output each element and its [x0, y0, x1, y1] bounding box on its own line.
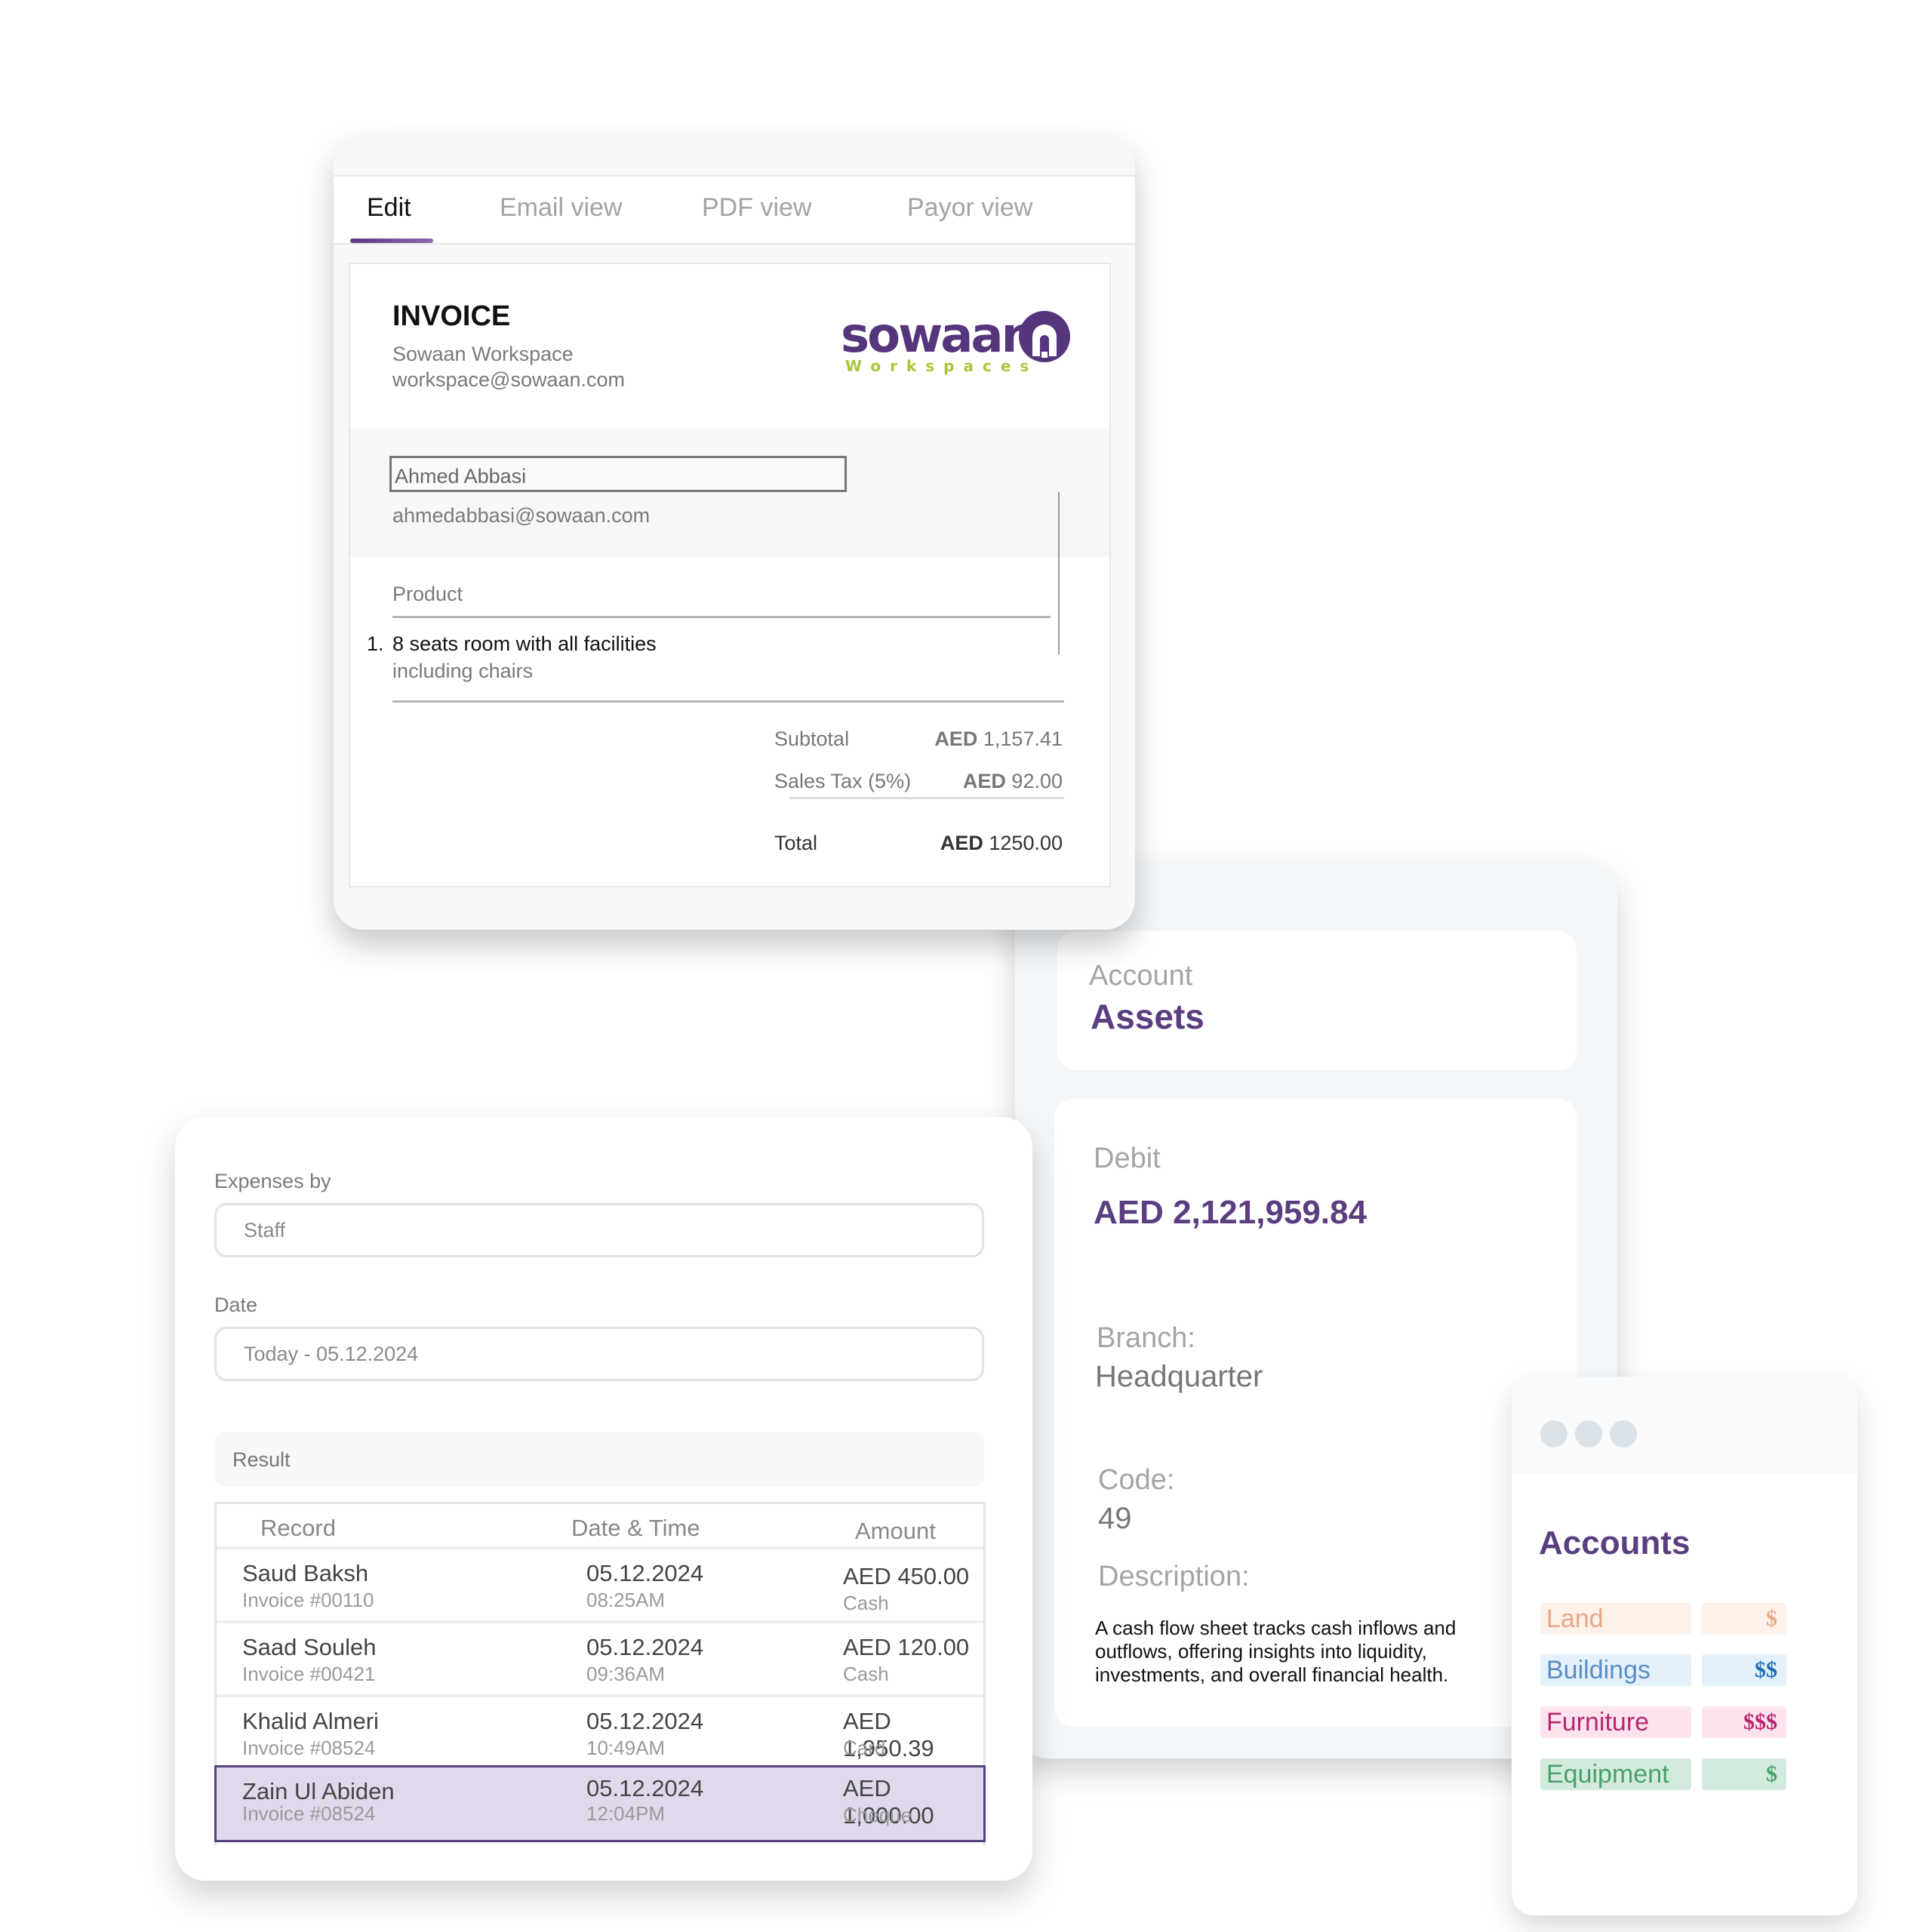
table-row-selected[interactable]: Zain Ul Abiden Invoice #08524 05.12.2024…	[214, 1765, 986, 1842]
active-tab-indicator	[350, 238, 433, 243]
tab-pdf-view[interactable]: PDF view	[702, 193, 811, 223]
result-header: Result	[214, 1432, 984, 1487]
record-invoice: Invoice #08524	[242, 1802, 376, 1825]
currency: AED	[940, 832, 983, 854]
accounts-title: Accounts	[1539, 1524, 1690, 1561]
record-amount: AED 120.00	[843, 1634, 970, 1660]
record-name: Saad Souleh	[242, 1634, 377, 1660]
company-name: Sowaan Workspace	[392, 343, 574, 365]
debit-value: AED 2,121,959.84	[1094, 1194, 1367, 1231]
divider	[789, 797, 1064, 799]
column-header-date-time[interactable]: Date & Time	[571, 1515, 700, 1542]
date-field[interactable]: Today - 05.12.2024	[214, 1327, 984, 1381]
amount: 92.00	[1011, 770, 1063, 792]
window-dot-icon	[1575, 1420, 1602, 1447]
payor-email: ahmedabbasi@sowaan.com	[392, 504, 651, 527]
window-dot-icon	[1610, 1420, 1637, 1447]
divider	[392, 616, 1051, 618]
account-item-buildings[interactable]: Buildings	[1540, 1654, 1691, 1686]
subtotal-label: Subtotal	[774, 728, 850, 750]
total-label: Total	[774, 832, 818, 854]
divider	[392, 700, 1064, 703]
window-dot-icon	[1540, 1420, 1567, 1447]
record-name: Khalid Almeri	[242, 1708, 379, 1734]
expenses-by-label: Expenses by	[214, 1170, 331, 1192]
record-invoice: Invoice #00421	[242, 1663, 376, 1685]
description-value: A cash flow sheet tracks cash inflows an…	[1095, 1617, 1457, 1686]
account-item-equipment[interactable]: Equipment	[1540, 1758, 1691, 1790]
account-label: Account	[1089, 960, 1193, 992]
record-date: 05.12.2024	[586, 1708, 704, 1734]
table-row[interactable]: Saad Souleh Invoice #00421 05.12.2024 09…	[217, 1620, 983, 1694]
expenses-by-select[interactable]: Staff	[214, 1203, 984, 1257]
record-time: 10:49AM	[586, 1737, 666, 1759]
column-header-amount[interactable]: Amount	[855, 1518, 936, 1545]
record-invoice: Invoice #08524	[242, 1737, 376, 1759]
window-titlebar	[1512, 1377, 1857, 1473]
record-invoice: Invoice #00110	[242, 1589, 374, 1611]
total-value: AED 1250.00	[940, 832, 1063, 855]
account-header-card: Account Assets	[1057, 931, 1577, 1070]
logo-wordmark: sowaan	[841, 309, 1033, 364]
subtotal-value: AED 1,157.41	[934, 728, 1063, 751]
currency: AED	[962, 770, 1006, 792]
amount: 1250.00	[989, 832, 1063, 854]
account-value: Assets	[1091, 997, 1204, 1036]
record-time: 09:36AM	[586, 1663, 666, 1685]
tab-email-view[interactable]: Email view	[500, 193, 622, 223]
debit-label: Debit	[1094, 1143, 1161, 1174]
account-value-equipment: $	[1702, 1758, 1786, 1790]
branch-value: Headquarter	[1095, 1360, 1263, 1393]
record-date: 05.12.2024	[586, 1634, 704, 1660]
record-payment-method: Card	[843, 1737, 886, 1759]
record-name: Zain Ul Abiden	[242, 1778, 395, 1804]
expenses-table: Record Date & Time Amount Saud Baksh Inv…	[214, 1502, 986, 1845]
account-info-card: Debit AED 2,121,959.84 Branch: Headquart…	[1054, 1099, 1577, 1727]
record-amount: AED 450.00	[843, 1563, 970, 1589]
column-header-record[interactable]: Record	[260, 1515, 336, 1542]
tab-payor-view[interactable]: Payor view	[907, 193, 1032, 223]
sowaan-logo: sowaan Workspaces	[841, 309, 1070, 375]
record-payment-method: Cash	[843, 1663, 889, 1685]
description-label: Description:	[1098, 1561, 1250, 1592]
invoice-title: INVOICE	[392, 300, 511, 332]
record-date: 05.12.2024	[586, 1775, 704, 1801]
invoice-editor-card: Edit Email view PDF view Payor view INVO…	[334, 136, 1135, 930]
accounts-list-panel: Accounts Land $ Buildings $$ Furniture $…	[1512, 1377, 1857, 1915]
code-label: Code:	[1098, 1464, 1175, 1496]
record-date: 05.12.2024	[586, 1560, 704, 1586]
code-value: 49	[1098, 1502, 1132, 1535]
account-value-furniture: $$$	[1702, 1706, 1786, 1738]
currency: AED	[934, 728, 978, 750]
company-email: workspace@sowaan.com	[392, 368, 626, 391]
account-value-land: $	[1702, 1603, 1786, 1635]
line-item-description[interactable]: including chairs	[392, 660, 533, 683]
sales-tax-value: AED 92.00	[963, 770, 1063, 793]
table-row[interactable]: Saud Baksh Invoice #00110 05.12.2024 08:…	[217, 1546, 983, 1620]
account-value-buildings: $$	[1702, 1654, 1786, 1686]
record-time: 08:25AM	[586, 1589, 666, 1611]
account-item-land[interactable]: Land	[1540, 1603, 1691, 1635]
line-item-name[interactable]: 8 seats room with all facilities	[392, 632, 657, 656]
record-time: 12:04PM	[586, 1802, 666, 1825]
logo-tagline: Workspaces	[845, 357, 1038, 375]
amount: 1,157.41	[983, 728, 1063, 750]
payor-name-input[interactable]: Ahmed Abbasi	[389, 456, 847, 492]
account-item-furniture[interactable]: Furniture	[1540, 1706, 1691, 1738]
tab-edit[interactable]: Edit	[367, 193, 411, 223]
table-row[interactable]: Khalid Almeri Invoice #08524 05.12.2024 …	[217, 1694, 983, 1768]
expenses-card: Expenses by Staff Date Today - 05.12.202…	[175, 1117, 1032, 1881]
record-payment-method: Cheque	[843, 1804, 912, 1826]
line-item-number: 1.	[367, 632, 384, 655]
record-name: Saud Baksh	[242, 1560, 369, 1586]
record-payment-method: Cash	[843, 1592, 889, 1614]
invoice-document: INVOICE Sowaan Workspace workspace@sowaa…	[349, 263, 1111, 888]
branch-label: Branch:	[1097, 1322, 1195, 1354]
view-tabs: Edit Email view PDF view Payor view	[334, 175, 1135, 245]
text-cursor-line	[1058, 492, 1060, 654]
date-label: Date	[214, 1294, 258, 1316]
sales-tax-label: Sales Tax (5%)	[774, 770, 912, 792]
product-column-header: Product	[392, 583, 463, 605]
